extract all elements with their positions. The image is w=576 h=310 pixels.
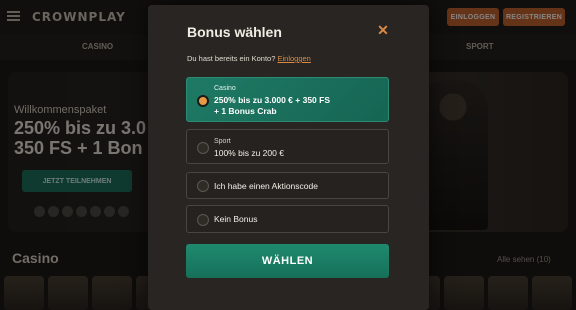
radio-selected[interactable] [197, 95, 209, 107]
modal-title: Bonus wählen [187, 24, 282, 40]
radio-unselected[interactable] [197, 180, 209, 192]
login-link[interactable]: Einloggen [277, 54, 310, 63]
bonus-option-casino[interactable]: Casino 250% bis zu 3.000 € + 350 FS + 1 … [186, 77, 389, 122]
option-label: Sport [214, 138, 231, 145]
option-text-line2: + 1 Bonus Crab [214, 106, 277, 116]
option-text: Ich habe einen Aktionscode [214, 181, 318, 191]
option-text-line1: 250% bis zu 3.000 € + 350 FS [214, 95, 330, 105]
option-label: Casino [214, 85, 236, 92]
bonus-option-promo-code[interactable]: Ich habe einen Aktionscode [186, 172, 389, 199]
option-text: Kein Bonus [214, 214, 258, 224]
choose-button[interactable]: WÄHLEN [186, 244, 389, 278]
close-icon[interactable]: ✕ [376, 23, 390, 37]
bonus-modal: Bonus wählen ✕ Du hast bereits ein Konto… [148, 5, 429, 310]
option-text: 250% bis zu 3.000 € + 350 FS + 1 Bonus C… [214, 95, 330, 117]
radio-unselected[interactable] [197, 214, 209, 226]
account-prompt-text: Du hast bereits ein Konto? [187, 54, 276, 63]
bonus-option-sport[interactable]: Sport 100% bis zu 200 € [186, 129, 389, 164]
bonus-option-no-bonus[interactable]: Kein Bonus [186, 205, 389, 233]
option-text: 100% bis zu 200 € [214, 148, 284, 158]
account-prompt: Du hast bereits ein Konto? Einloggen [187, 54, 311, 63]
radio-unselected[interactable] [197, 142, 209, 154]
